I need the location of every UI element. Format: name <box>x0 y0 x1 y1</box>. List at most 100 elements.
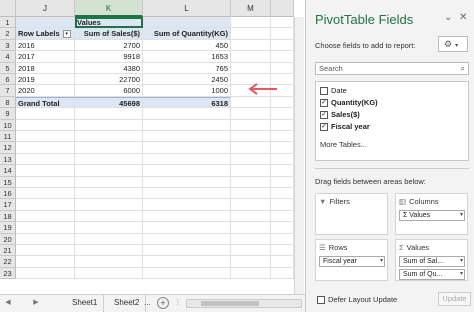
row-header[interactable]: 19 <box>0 222 16 234</box>
select-all-corner[interactable] <box>0 0 16 17</box>
field-fiscal-year-checkbox[interactable]: ✓ <box>320 123 328 132</box>
pivot-qty-value[interactable]: 2450 <box>143 74 231 86</box>
pivot-qty-value[interactable]: 765 <box>143 62 231 74</box>
grid-cell[interactable] <box>231 199 271 211</box>
grid-cell[interactable] <box>75 142 143 154</box>
grid-cell[interactable] <box>16 108 75 120</box>
grid-cell[interactable] <box>143 233 231 245</box>
grid-cell[interactable] <box>75 153 143 166</box>
defer-layout-checkbox[interactable] <box>317 296 325 305</box>
grid-cell[interactable] <box>271 131 294 143</box>
chevron-down-icon[interactable]: ▾ <box>380 257 383 266</box>
grid-cell[interactable] <box>231 17 271 29</box>
column-header-j[interactable]: J <box>16 0 75 17</box>
values-area[interactable]: Σ Values Sum of Sal... ▾ Sum of Qu... ▾ <box>395 239 468 281</box>
grid-cell[interactable] <box>16 142 75 154</box>
pivot-row-year[interactable]: 2018 <box>16 62 75 74</box>
grid-cell[interactable] <box>143 108 231 120</box>
grid-cell[interactable] <box>16 233 75 245</box>
columns-values-chip[interactable]: Σ Values ▾ <box>399 210 465 221</box>
grid-cell[interactable] <box>16 188 75 200</box>
grid-cell[interactable] <box>143 153 231 166</box>
pivot-row-year[interactable]: 2017 <box>16 51 75 63</box>
field-fiscal-year[interactable]: ✓ Fiscal year <box>320 122 370 132</box>
pivot-row-year[interactable]: 2019 <box>16 74 75 86</box>
row-header[interactable]: 3 <box>0 39 16 52</box>
chevron-down-icon[interactable]: ⌄ <box>444 12 452 23</box>
values-sales-chip[interactable]: Sum of Sal... ▾ <box>399 256 465 267</box>
grid-cell[interactable] <box>75 222 143 234</box>
row-header[interactable]: 13 <box>0 153 16 166</box>
row-header[interactable]: 7 <box>0 85 16 97</box>
grid-cell[interactable] <box>143 267 231 280</box>
search-input[interactable]: Search ⌕ <box>315 62 469 75</box>
field-sales[interactable]: ✓ Sales($) <box>320 110 360 120</box>
pivot-row-year[interactable]: 2016 <box>16 39 75 52</box>
pivot-sales-value[interactable]: 4380 <box>75 62 143 74</box>
grid-cell[interactable] <box>271 17 294 29</box>
chevron-down-icon[interactable]: ▾ <box>460 270 463 279</box>
more-tables-link[interactable]: More Tables... <box>320 140 367 149</box>
row-header[interactable]: 22 <box>0 256 16 268</box>
pivot-values-header[interactable]: Values <box>75 17 143 29</box>
tab-scroll-right-icon[interactable]: ▶ <box>30 297 42 309</box>
grid-cell[interactable] <box>271 119 294 131</box>
grid-cell[interactable] <box>271 62 294 74</box>
grid-cell[interactable] <box>143 210 231 223</box>
column-header-k[interactable]: K <box>75 0 143 17</box>
grid-cell[interactable] <box>231 96 271 109</box>
row-header[interactable]: 21 <box>0 245 16 257</box>
grid-cell[interactable] <box>75 245 143 257</box>
row-header[interactable]: 2 <box>0 28 16 40</box>
grid-cell[interactable] <box>231 176 271 188</box>
row-header[interactable]: 10 <box>0 119 16 131</box>
defer-layout-update[interactable]: Defer Layout Update <box>317 295 397 305</box>
chevron-down-icon[interactable]: ▾ <box>460 211 463 220</box>
grid-cell[interactable] <box>16 165 75 177</box>
grid-cell[interactable] <box>75 165 143 177</box>
grid-cell[interactable] <box>271 245 294 257</box>
grid-cell[interactable] <box>143 199 231 211</box>
pivot-col-qty-header[interactable]: Sum of Quantity(KG) <box>143 28 231 40</box>
grid-cell[interactable] <box>231 153 271 166</box>
grid-cell[interactable] <box>271 199 294 211</box>
row-header[interactable]: 8 <box>0 96 16 109</box>
row-header[interactable]: 14 <box>0 165 16 177</box>
horizontal-scrollbar[interactable] <box>186 299 302 308</box>
filters-area[interactable]: ▼ Filters <box>315 193 388 235</box>
pivot-row-labels-header[interactable]: Row Labels ▾ <box>16 28 75 40</box>
grid-cell[interactable] <box>143 142 231 154</box>
grid-cell[interactable] <box>231 256 271 268</box>
pivot-qty-value[interactable]: 1653 <box>143 51 231 63</box>
row-header[interactable]: 9 <box>0 108 16 120</box>
grid-cell[interactable] <box>143 245 231 257</box>
grid-cell[interactable] <box>231 165 271 177</box>
grid-cell[interactable] <box>16 267 75 280</box>
grid-cell[interactable] <box>75 108 143 120</box>
grid-cell[interactable] <box>231 222 271 234</box>
update-button[interactable]: Update <box>438 292 471 306</box>
grid-cell[interactable] <box>231 245 271 257</box>
pivot-grand-total-sales[interactable]: 45698 <box>75 96 143 109</box>
tab-sheet1[interactable]: Sheet1 <box>66 295 105 312</box>
grid-cell[interactable] <box>16 245 75 257</box>
grid-cell[interactable] <box>16 131 75 143</box>
tab-sheet2[interactable]: Sheet2 <box>108 295 147 312</box>
chevron-down-icon[interactable]: ▾ <box>460 257 463 266</box>
grid-cell[interactable] <box>16 210 75 223</box>
grid-cell[interactable] <box>271 108 294 120</box>
grid-cell[interactable] <box>271 153 294 166</box>
tools-button[interactable]: ⚙ ▾ <box>438 36 468 52</box>
grid-cell[interactable] <box>143 256 231 268</box>
grid-cell[interactable] <box>271 142 294 154</box>
field-quantity[interactable]: ✓ Quantity(KG) <box>320 98 378 108</box>
horizontal-scroll-thumb[interactable] <box>201 301 259 306</box>
column-header-m[interactable]: M <box>231 0 271 17</box>
grid-cell[interactable] <box>271 222 294 234</box>
grid-cell[interactable] <box>271 51 294 63</box>
grid-cell[interactable] <box>16 176 75 188</box>
values-quantity-chip[interactable]: Sum of Qu... ▾ <box>399 269 465 280</box>
grid-cell[interactable] <box>75 233 143 245</box>
row-header[interactable]: 23 <box>0 267 16 280</box>
row-header[interactable]: 20 <box>0 233 16 245</box>
